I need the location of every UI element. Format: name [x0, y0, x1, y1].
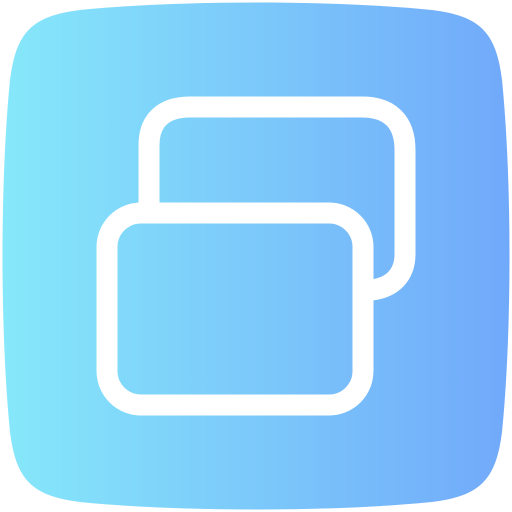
icon-canvas — [0, 0, 512, 512]
squircle-background — [2, 2, 510, 510]
app-icon — [2, 2, 510, 510]
